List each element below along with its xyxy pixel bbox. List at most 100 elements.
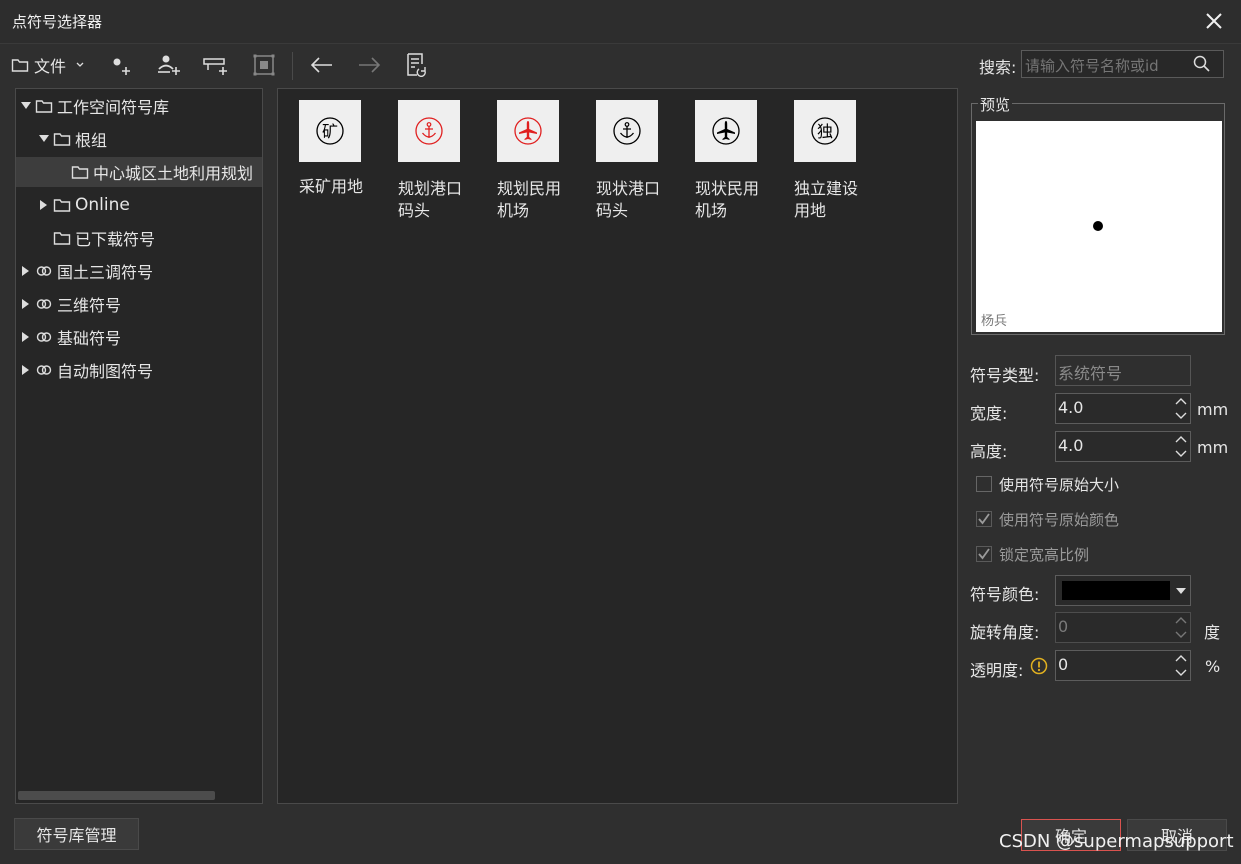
symbol-thumbnail: 矿: [299, 100, 361, 162]
checkbox-label: 使用符号原始颜色: [999, 510, 1120, 529]
symbol-label-line: 机场: [497, 201, 530, 220]
mining-symbol-icon: 矿: [316, 117, 344, 145]
folder-icon: [53, 232, 71, 245]
symbol-grid: 矿 采矿用地 规划港口 码头 规划民用 机场 现状港口 码头 现状民用 机场 独 独立建…: [277, 88, 958, 804]
collapse-arrow-icon[interactable]: [20, 298, 32, 310]
tree-item-downloaded[interactable]: 已下载符号: [16, 223, 262, 253]
symbol-item-independent-construction[interactable]: 独 独立建设 用地: [773, 100, 858, 222]
symbol-list-button[interactable]: [405, 52, 429, 78]
folder-icon: [71, 166, 89, 179]
add-user-icon: [158, 55, 180, 75]
checkbox-label: 使用符号原始大小: [999, 475, 1120, 494]
symbol-label-line: 机场: [695, 201, 728, 220]
back-button[interactable]: [309, 52, 335, 78]
checkbox-box[interactable]: [976, 546, 992, 562]
symbol-item-existing-airport[interactable]: 现状民用 机场: [674, 100, 759, 222]
fit-frame-button[interactable]: [252, 52, 276, 78]
symbol-label-line: 现状港口: [596, 179, 661, 198]
preview-author: 杨兵: [981, 314, 1008, 329]
tree-item-basic-symbols[interactable]: 基础符号: [16, 322, 262, 352]
svg-text:矿: 矿: [322, 122, 338, 141]
checkbox-box[interactable]: [976, 511, 992, 527]
tree-item-label: Online: [75, 195, 130, 215]
horizontal-scrollbar[interactable]: [18, 791, 215, 800]
symbol-label-line: 独立建设: [794, 179, 859, 198]
symbol-item-mining-land[interactable]: 矿 采矿用地: [278, 100, 363, 198]
tree-item-3d-symbols[interactable]: 三维符号: [16, 289, 262, 319]
arrow-left-icon: [310, 57, 332, 73]
width-unit: mm: [1197, 400, 1229, 419]
preview-canvas: 杨兵: [976, 121, 1222, 332]
folder-icon: [35, 100, 53, 113]
file-menu-label: 文件: [34, 57, 67, 76]
original-size-checkbox[interactable]: 使用符号原始大小: [976, 474, 1119, 494]
symbol-library-tree[interactable]: 工作空间符号库 根组 中心城区土地利用规划 Online 已下载符号 国土三调符…: [15, 88, 263, 804]
width-value: 4.0: [1058, 398, 1084, 417]
warning-icon[interactable]: [1030, 657, 1048, 675]
spin-arrows-icon[interactable]: [1174, 395, 1188, 422]
symbol-label-line: 规划民用: [497, 179, 562, 198]
forward-button[interactable]: [356, 52, 382, 78]
height-spinbox[interactable]: 4.0: [1055, 431, 1191, 462]
height-label: 高度:: [970, 442, 1008, 461]
lock-ratio-checkbox[interactable]: 锁定宽高比例: [976, 544, 1089, 564]
tree-item-workspace-library[interactable]: 工作空间符号库: [16, 91, 262, 121]
link-icon: [36, 332, 52, 342]
symbol-item-planned-airport[interactable]: 规划民用 机场: [476, 100, 561, 222]
checkbox-box[interactable]: [976, 476, 992, 492]
width-spinbox[interactable]: 4.0: [1055, 393, 1191, 424]
file-menu-button[interactable]: 文件: [11, 52, 85, 78]
spin-arrows-icon[interactable]: [1174, 614, 1188, 641]
airplane-icon: [514, 117, 542, 145]
folder-icon: [11, 59, 29, 72]
symbol-item-planned-port[interactable]: 规划港口 码头: [377, 100, 462, 222]
symbol-type-value: 系统符号: [1058, 364, 1123, 383]
rotation-value: 0: [1058, 617, 1069, 636]
preview-symbol: [1093, 221, 1103, 231]
symbol-thumbnail: [497, 100, 559, 162]
add-point-button[interactable]: [109, 52, 133, 78]
toolbar: 文件 搜索:: [0, 44, 1241, 86]
height-value: 4.0: [1058, 436, 1084, 455]
opacity-unit: %: [1205, 657, 1221, 676]
tree-item-root-group[interactable]: 根组: [16, 124, 262, 154]
folder-icon: [53, 133, 71, 146]
close-button[interactable]: [1201, 8, 1227, 34]
search-icon[interactable]: [1192, 54, 1212, 74]
tree-item-online[interactable]: Online: [16, 190, 262, 220]
dropdown-arrow-icon[interactable]: [1176, 588, 1186, 594]
spin-arrows-icon[interactable]: [1174, 652, 1188, 679]
spin-arrows-icon[interactable]: [1174, 433, 1188, 460]
collapse-arrow-icon[interactable]: [20, 331, 32, 343]
expand-arrow-icon[interactable]: [38, 133, 50, 145]
symbol-label: 规划港口 码头: [398, 178, 466, 222]
watermark: CSDN @supermapsupport: [999, 831, 1234, 852]
add-user-symbol-button[interactable]: [156, 52, 182, 78]
tree-item-auto-mapping[interactable]: 自动制图符号: [16, 355, 262, 385]
collapse-arrow-icon[interactable]: [38, 199, 50, 211]
symbol-item-existing-port[interactable]: 现状港口 码头: [575, 100, 660, 222]
symbol-label-line: 码头: [398, 201, 431, 220]
link-icon: [36, 266, 52, 276]
add-point-icon: [113, 58, 130, 75]
folder-icon: [53, 199, 71, 212]
opacity-value: 0: [1058, 655, 1069, 674]
expand-arrow-icon[interactable]: [20, 100, 32, 112]
checkmark-icon: [978, 513, 990, 525]
toolbar-separator: [292, 52, 293, 80]
collapse-arrow-icon[interactable]: [20, 265, 32, 277]
tree-item-land-survey[interactable]: 国土三调符号: [16, 256, 262, 286]
window-title: 点符号选择器: [12, 13, 103, 31]
color-swatch[interactable]: [1062, 581, 1170, 600]
width-label: 宽度:: [970, 404, 1008, 423]
opacity-spinbox[interactable]: 0: [1055, 650, 1191, 681]
search-label: 搜索:: [979, 58, 1017, 77]
tree-item-urban-land-use[interactable]: 中心城区土地利用规划: [16, 157, 262, 187]
symbol-label: 采矿用地: [299, 177, 364, 196]
original-color-checkbox[interactable]: 使用符号原始颜色: [976, 509, 1119, 529]
library-manage-button[interactable]: 符号库管理: [14, 818, 139, 850]
height-unit: mm: [1197, 438, 1229, 457]
collapse-arrow-icon[interactable]: [20, 364, 32, 376]
rotation-spinbox[interactable]: 0: [1055, 612, 1191, 643]
add-line-button[interactable]: [202, 52, 230, 78]
